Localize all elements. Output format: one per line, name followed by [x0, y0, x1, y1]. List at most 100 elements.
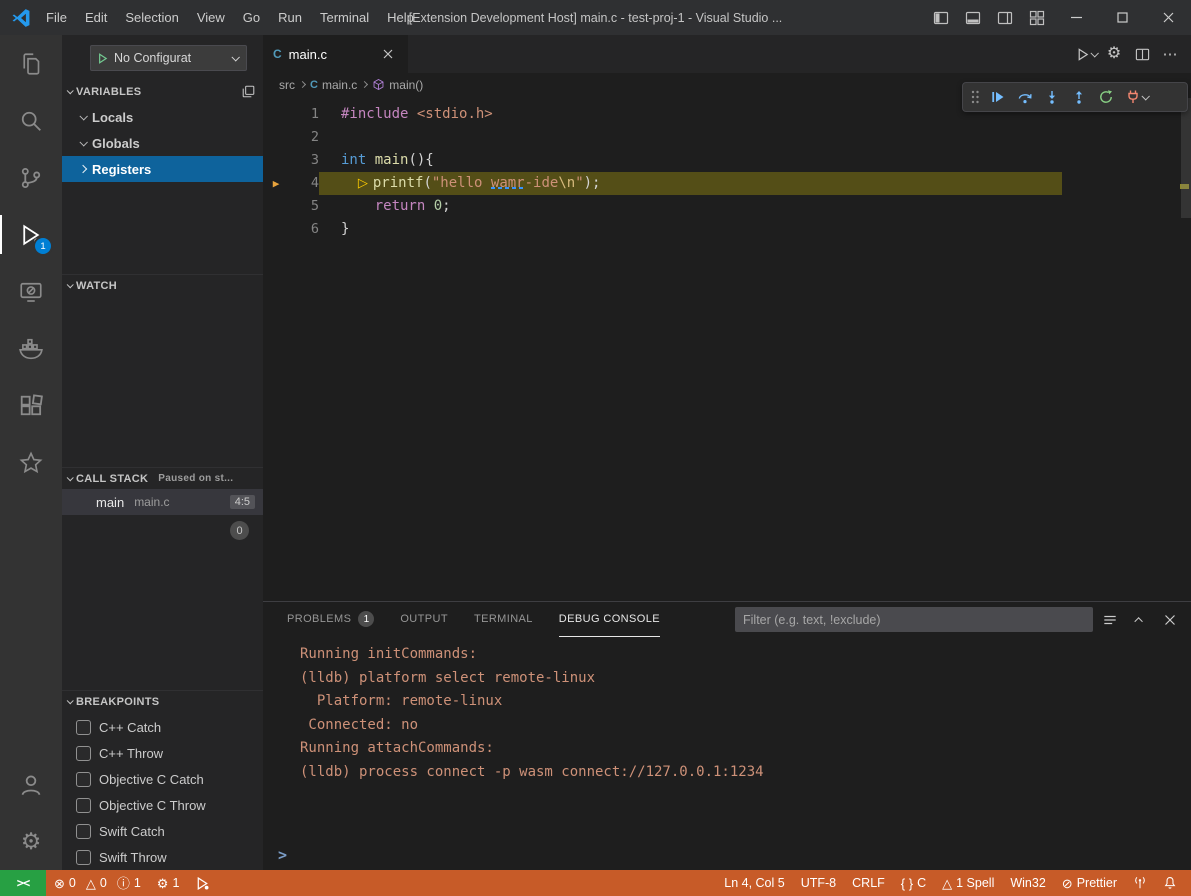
breakpoint-item-objective-c-catch[interactable]: Objective C Catch [62, 766, 263, 792]
breakpoint-checkbox[interactable] [76, 850, 91, 865]
step-into-button[interactable] [1038, 84, 1065, 110]
step-out-button[interactable] [1065, 84, 1092, 110]
maximize-panel-icon[interactable] [1127, 607, 1153, 633]
status-tools[interactable]: ⚙ 1 [149, 870, 188, 896]
continue-button[interactable] [984, 84, 1011, 110]
code-line-5[interactable]: 5 return 0; [263, 195, 1191, 218]
step-over-button[interactable] [1011, 84, 1038, 110]
settings-gear-icon[interactable]: ⚙ [0, 813, 62, 870]
code-line-4[interactable]: ▶4 ▷printf("hello wamr-ide\n"); [263, 172, 1191, 195]
editor-group: C main.c ⚙ ⋯ [263, 35, 1191, 601]
console-prompt[interactable]: > [278, 846, 287, 864]
problems-status[interactable]: ⊗ 0 △ 0 ⓘ 1 [46, 870, 149, 896]
breakpoints-section-header[interactable]: BREAKPOINTS [62, 690, 263, 712]
code-line-3[interactable]: 3int main(){ [263, 149, 1191, 172]
panel-tab-debug-console[interactable]: DEBUG CONSOLE [559, 602, 660, 637]
status-debug-launch[interactable] [187, 870, 218, 896]
stack-frame-row[interactable]: main main.c 4:5 [62, 489, 263, 515]
panel-tab-problems[interactable]: PROBLEMS1 [287, 602, 374, 637]
more-actions-icon[interactable]: ⋯ [1157, 41, 1183, 67]
docker-icon[interactable] [0, 320, 62, 377]
breadcrumb-symbol[interactable]: main() [372, 78, 423, 92]
menu-go[interactable]: Go [234, 0, 269, 35]
restart-button[interactable] [1092, 84, 1119, 110]
breakpoint-item-swift-catch[interactable]: Swift Catch [62, 818, 263, 844]
panel-tab-terminal[interactable]: TERMINAL [474, 602, 533, 637]
launch-configuration-dropdown[interactable]: No Configurat [90, 45, 247, 71]
split-editor-icon[interactable] [1129, 41, 1155, 67]
debug-console-output[interactable]: Running initCommands:(lldb) platform sel… [263, 637, 1191, 870]
glyph-margin[interactable] [263, 103, 289, 126]
console-filter-input[interactable] [735, 607, 1093, 632]
breakpoint-item-swift-throw[interactable]: Swift Throw [62, 844, 263, 870]
customize-layout-icon[interactable] [1021, 0, 1053, 35]
source-control-icon[interactable] [0, 149, 62, 206]
status-eol[interactable]: CRLF [844, 870, 893, 896]
status-encoding[interactable]: UTF-8 [793, 870, 844, 896]
toggle-secondary-sidebar-icon[interactable] [989, 0, 1021, 35]
favorites-star-icon[interactable] [0, 434, 62, 491]
status-language-mode[interactable]: { }C [893, 870, 934, 896]
status-cursor-position[interactable]: Ln 4, Col 5 [716, 870, 792, 896]
glyph-margin[interactable]: ▶ [263, 172, 289, 195]
glyph-margin[interactable] [263, 126, 289, 149]
panel-tab-output[interactable]: OUTPUT [400, 602, 448, 637]
search-icon[interactable] [0, 92, 62, 149]
glyph-margin[interactable] [263, 149, 289, 172]
breadcrumb-file[interactable]: C main.c [310, 78, 357, 92]
watch-section-header[interactable]: WATCH [62, 274, 263, 296]
breakpoint-checkbox[interactable] [76, 824, 91, 839]
breakpoint-item-c-throw[interactable]: C++ Throw [62, 740, 263, 766]
variables-item-globals[interactable]: Globals [62, 130, 263, 156]
menu-view[interactable]: View [188, 0, 234, 35]
tab-main-c[interactable]: C main.c [263, 35, 409, 73]
breakpoint-checkbox[interactable] [76, 720, 91, 735]
remote-explorer-icon[interactable] [0, 263, 62, 320]
menu-edit[interactable]: Edit [76, 0, 116, 35]
code-editor[interactable]: 1#include <stdio.h>23int main(){▶4 ▷prin… [263, 96, 1191, 241]
notifications-bell[interactable] [1155, 870, 1185, 896]
slash-icon: ⊘ [1062, 877, 1073, 890]
toggle-panel-icon[interactable] [957, 0, 989, 35]
account-icon[interactable] [0, 756, 62, 813]
toggle-sidebar-icon[interactable] [925, 0, 957, 35]
run-and-debug-icon[interactable]: 1 [0, 206, 62, 263]
maximize-button[interactable] [1099, 0, 1145, 35]
breakpoint-item-objective-c-throw[interactable]: Objective C Throw [62, 792, 263, 818]
menu-run[interactable]: Run [269, 0, 311, 35]
menu-file[interactable]: File [37, 0, 76, 35]
breadcrumb-folder[interactable]: src [279, 78, 295, 92]
status-spell-status[interactable]: △1 Spell [934, 870, 1002, 896]
breakpoint-checkbox[interactable] [76, 746, 91, 761]
explorer-icon[interactable] [0, 35, 62, 92]
extensions-icon[interactable] [0, 377, 62, 434]
glyph-margin[interactable] [263, 195, 289, 218]
breakpoint-checkbox[interactable] [76, 798, 91, 813]
panel-lines-icon[interactable] [1097, 607, 1123, 633]
editor-scrollbar[interactable] [1181, 98, 1191, 218]
status-prettier[interactable]: ⊘Prettier [1054, 870, 1125, 896]
close-panel-icon[interactable] [1157, 607, 1183, 633]
variables-section-header[interactable]: VARIABLES [62, 80, 263, 102]
code-line-6[interactable]: 6} [263, 218, 1191, 241]
minimize-button[interactable] [1053, 0, 1099, 35]
editor-settings-gear-icon[interactable]: ⚙ [1101, 41, 1127, 67]
section-action-icon[interactable] [242, 85, 255, 98]
run-or-debug-button[interactable] [1073, 41, 1099, 67]
menu-terminal[interactable]: Terminal [311, 0, 378, 35]
variables-item-registers[interactable]: Registers [62, 156, 263, 182]
status-broadcast[interactable] [1125, 870, 1155, 896]
close-tab-icon[interactable] [378, 44, 398, 64]
status-platform[interactable]: Win32 [1002, 870, 1053, 896]
menu-selection[interactable]: Selection [116, 0, 187, 35]
variables-item-locals[interactable]: Locals [62, 104, 263, 130]
remote-indicator-button[interactable]: >< [0, 870, 46, 896]
breakpoint-checkbox[interactable] [76, 772, 91, 787]
call-stack-section-header[interactable]: CALL STACK Paused on st... [62, 467, 263, 489]
breakpoint-item-c-catch[interactable]: C++ Catch [62, 714, 263, 740]
code-line-2[interactable]: 2 [263, 126, 1191, 149]
glyph-margin[interactable] [263, 218, 289, 241]
inline-breakpoint-icon[interactable]: ▷ [358, 176, 368, 191]
close-window-button[interactable] [1145, 0, 1191, 35]
toolbar-drag-handle[interactable] [966, 88, 984, 106]
